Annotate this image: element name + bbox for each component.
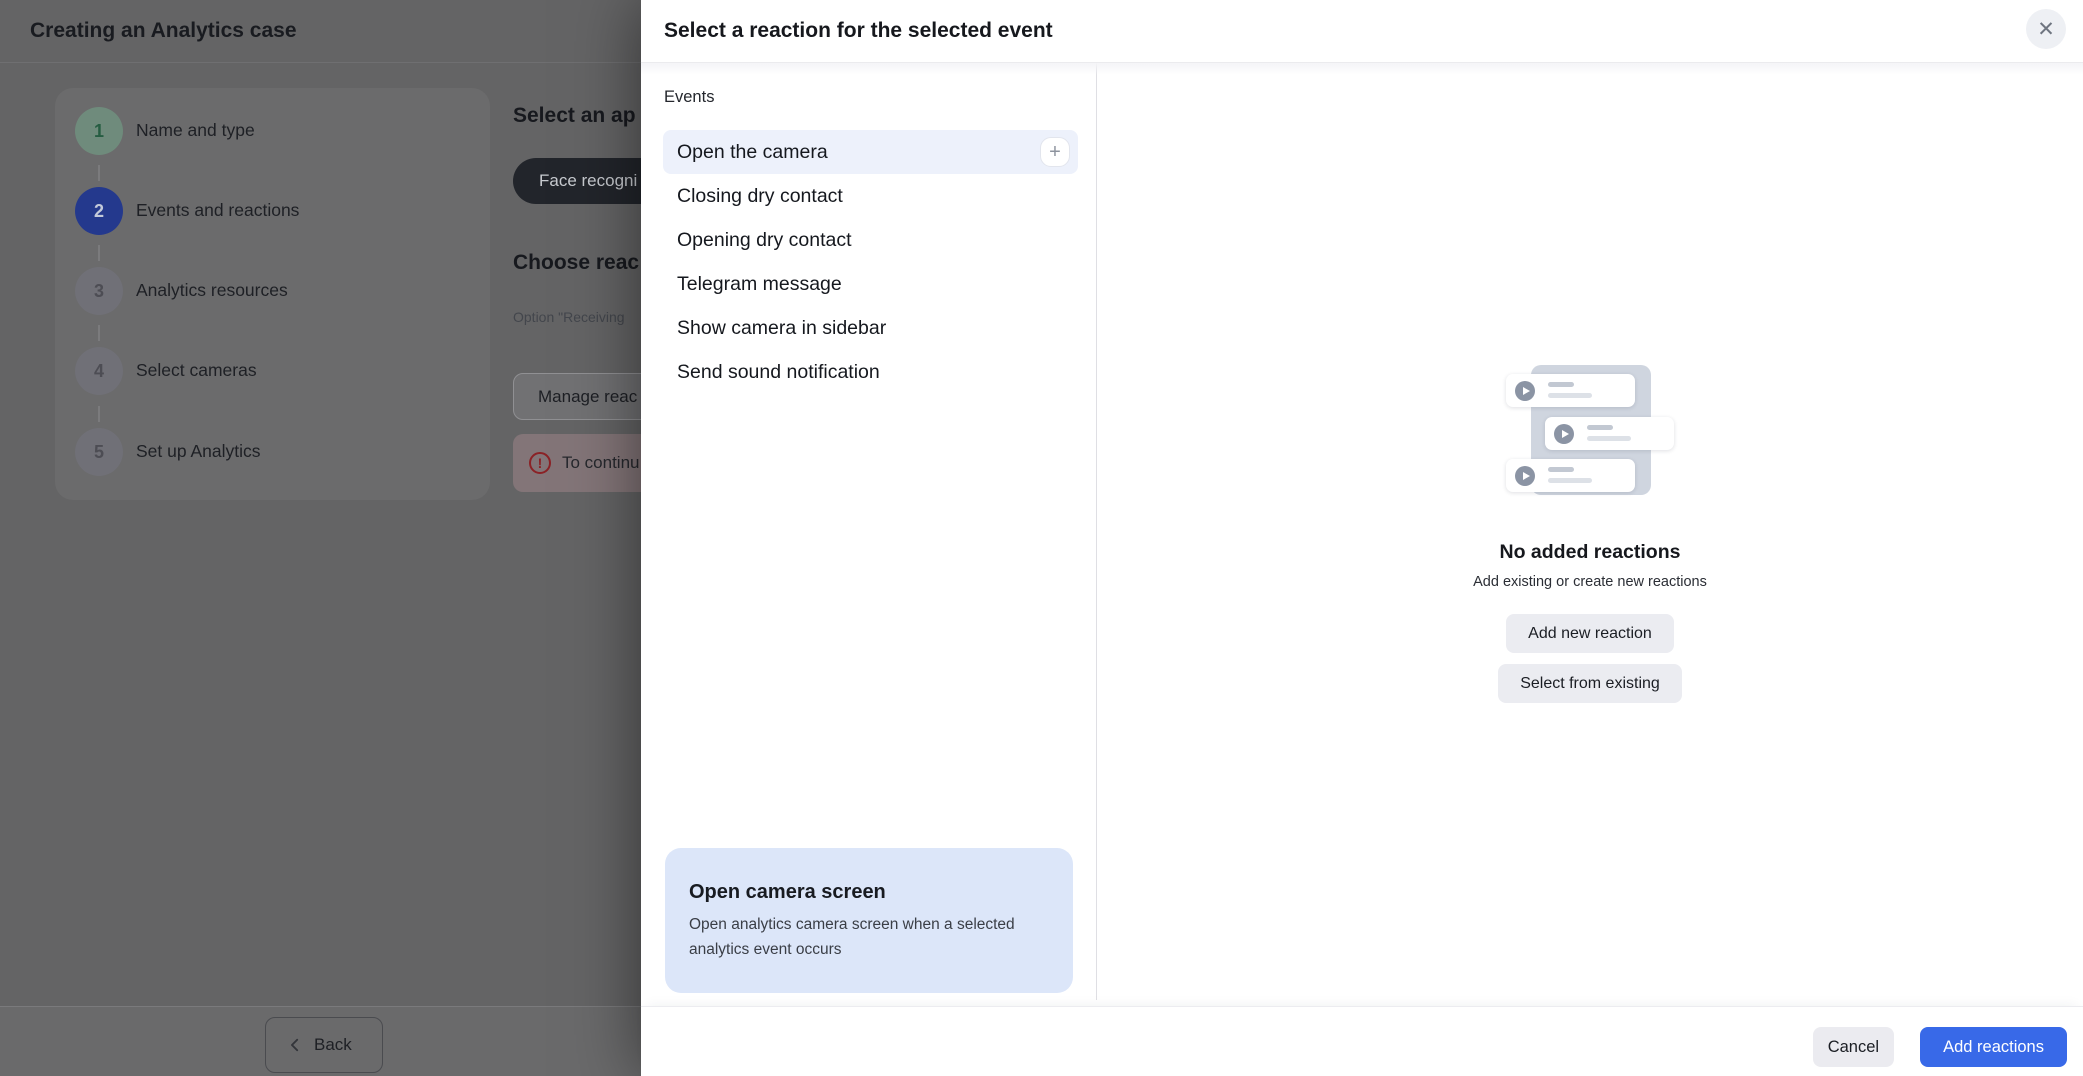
step-connector xyxy=(98,406,100,422)
event-item-send-sound-notification[interactable]: Send sound notification xyxy=(663,350,1078,394)
event-info-card: Open camera screen Open analytics camera… xyxy=(665,848,1073,993)
event-item-label: Opening dry contact xyxy=(677,229,852,252)
event-item-opening-dry-contact[interactable]: Opening dry contact xyxy=(663,218,1078,262)
events-label: Events xyxy=(664,88,714,107)
alert-icon: ! xyxy=(529,452,551,474)
empty-state: No added reactions Add existing or creat… xyxy=(1410,365,1770,703)
illustration-card xyxy=(1506,459,1635,492)
text-line-placeholder xyxy=(1548,467,1574,472)
event-info-title: Open camera screen xyxy=(689,881,1049,904)
add-reactions-button[interactable]: Add reactions xyxy=(1920,1027,2067,1067)
play-icon xyxy=(1554,424,1574,444)
event-item-label: Open the camera xyxy=(677,141,828,164)
illustration-card xyxy=(1506,374,1635,407)
chevron-left-icon xyxy=(288,1038,302,1052)
page-title: Creating an Analytics case xyxy=(30,0,297,62)
add-new-reaction-button[interactable]: Add new reaction xyxy=(1506,614,1674,653)
select-from-existing-button[interactable]: Select from existing xyxy=(1498,664,1682,703)
step-number-badge: 5 xyxy=(75,428,123,476)
step-item-4: 4 Select cameras xyxy=(55,347,490,395)
text-line-placeholder xyxy=(1548,393,1592,398)
add-event-reaction-button[interactable]: + xyxy=(1040,137,1070,167)
event-item-open-the-camera[interactable]: Open the camera + xyxy=(663,130,1078,174)
manage-reactions-button: Manage reac xyxy=(513,373,662,420)
dialog-footer: Cancel Add reactions xyxy=(641,1006,2083,1076)
step-number-badge: 3 xyxy=(75,267,123,315)
event-info-description: Open analytics camera screen when a sele… xyxy=(689,912,1049,962)
events-panel: Events Open the camera + Closing dry con… xyxy=(641,62,1096,1006)
event-item-label: Telegram message xyxy=(677,273,842,296)
text-line-placeholder xyxy=(1548,382,1574,387)
play-icon xyxy=(1515,381,1535,401)
step-number-badge: 1 xyxy=(75,107,123,155)
step-connector xyxy=(98,325,100,341)
text-line-placeholder xyxy=(1587,425,1613,430)
dialog-title: Select a reaction for the selected event xyxy=(664,0,1053,62)
back-button-label: Back xyxy=(314,1035,352,1055)
alert-text: To continu xyxy=(562,453,640,473)
event-item-label: Send sound notification xyxy=(677,361,880,384)
option-note: Option "Receiving xyxy=(513,309,625,325)
step-number-badge: 4 xyxy=(75,347,123,395)
illustration-card xyxy=(1545,417,1674,450)
select-reaction-dialog: Select a reaction for the selected event… xyxy=(641,0,2083,1076)
play-icon xyxy=(1515,466,1535,486)
step-item-3: 3 Analytics resources xyxy=(55,267,490,315)
dialog-body: Events Open the camera + Closing dry con… xyxy=(641,62,2083,1006)
step-item-1: 1 Name and type xyxy=(55,107,490,155)
step-number-badge: 2 xyxy=(75,187,123,235)
plus-icon: + xyxy=(1049,142,1061,162)
back-button: Back xyxy=(265,1017,383,1073)
empty-state-title: No added reactions xyxy=(1410,541,1770,564)
event-item-closing-dry-contact[interactable]: Closing dry contact xyxy=(663,174,1078,218)
close-button[interactable]: ✕ xyxy=(2026,9,2066,49)
event-item-telegram-message[interactable]: Telegram message xyxy=(663,262,1078,306)
event-item-label: Closing dry contact xyxy=(677,185,843,208)
event-list: Open the camera + Closing dry contact Op… xyxy=(663,130,1078,394)
empty-state-subtitle: Add existing or create new reactions xyxy=(1410,574,1770,590)
close-icon: ✕ xyxy=(2037,19,2055,40)
step-connector xyxy=(98,245,100,261)
step-connector xyxy=(98,165,100,181)
event-item-label: Show camera in sidebar xyxy=(677,317,886,340)
text-line-placeholder xyxy=(1587,436,1631,441)
screen: Creating an Analytics case 1 Name and ty… xyxy=(0,0,2083,1076)
event-item-show-camera-in-sidebar[interactable]: Show camera in sidebar xyxy=(663,306,1078,350)
choose-reactions-heading: Choose reac xyxy=(513,251,639,275)
cancel-button[interactable]: Cancel xyxy=(1813,1027,1894,1067)
reactions-panel: No added reactions Add existing or creat… xyxy=(1097,62,2083,1006)
wizard-steps-card: 1 Name and type 2 Events and reactions 3… xyxy=(55,88,490,500)
select-app-heading: Select an ap xyxy=(513,104,636,128)
step-item-5: 5 Set up Analytics xyxy=(55,428,490,476)
dialog-header: Select a reaction for the selected event… xyxy=(641,0,2083,63)
text-line-placeholder xyxy=(1548,478,1592,483)
reactions-empty-illustration xyxy=(1506,365,1674,495)
step-item-2: 2 Events and reactions xyxy=(55,187,490,235)
